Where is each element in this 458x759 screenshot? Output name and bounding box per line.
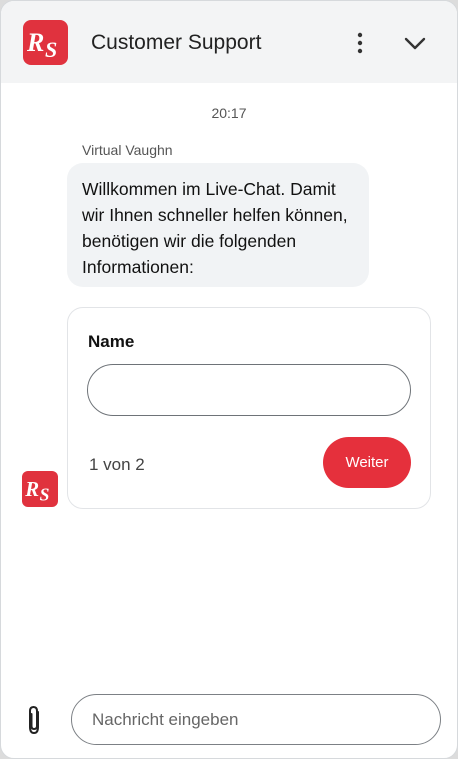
message-line: wir Ihnen schneller helfen können, [82,205,348,225]
chat-header: R S Customer Support [1,1,457,83]
svg-text:R: R [24,478,39,501]
brand-logo: R S [23,20,68,65]
svg-text:R: R [26,28,44,57]
paperclip-icon [29,705,39,735]
svg-text:S: S [45,37,57,62]
header-title: Customer Support [91,31,262,54]
chevron-down-icon [404,37,426,50]
message-input[interactable] [71,694,441,745]
chat-widget: R S Customer Support 20:17 Virtual Vaugh… [0,0,458,759]
name-input[interactable] [87,364,411,416]
next-button[interactable]: Weiter [323,437,411,488]
message-line: Informationen: [82,257,194,277]
message-bubble: Willkommen im Live-Chat. Damit wir Ihnen… [67,163,369,287]
message-line: benötigen wir die folgenden [82,231,297,251]
sender-name: Virtual Vaughn [82,142,173,158]
info-form-card: Name 1 von 2 Weiter [67,307,431,509]
step-indicator: 1 von 2 [89,455,145,474]
message-timestamp: 20:17 [211,105,247,121]
svg-text:S: S [40,485,50,505]
name-field-label: Name [88,332,135,351]
agent-avatar: R S [22,471,58,507]
message-line: Willkommen im Live-Chat. Damit [82,179,336,199]
attach-file-button[interactable] [21,703,49,737]
more-options-button[interactable] [344,27,376,59]
vertical-dots-icon [357,32,363,54]
collapse-button[interactable] [399,27,431,59]
